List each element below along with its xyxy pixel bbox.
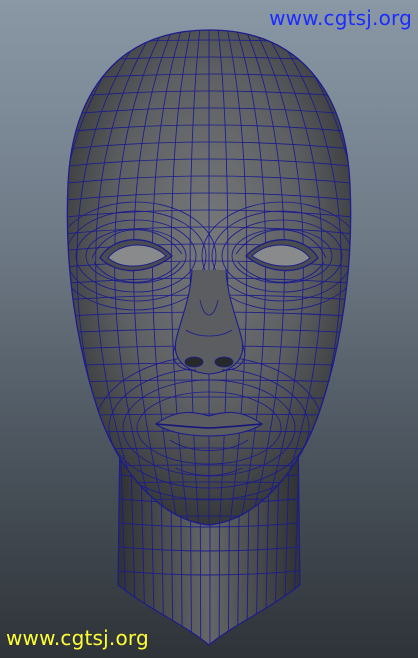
watermark-text-bottom: www.cgtsj.org: [6, 626, 149, 650]
3d-viewport[interactable]: www.cgtsj.org www.cgtsj.org: [0, 0, 418, 658]
head-wireframe-model: [66, 29, 352, 646]
watermark-text-top: www.cgtsj.org: [269, 6, 412, 30]
